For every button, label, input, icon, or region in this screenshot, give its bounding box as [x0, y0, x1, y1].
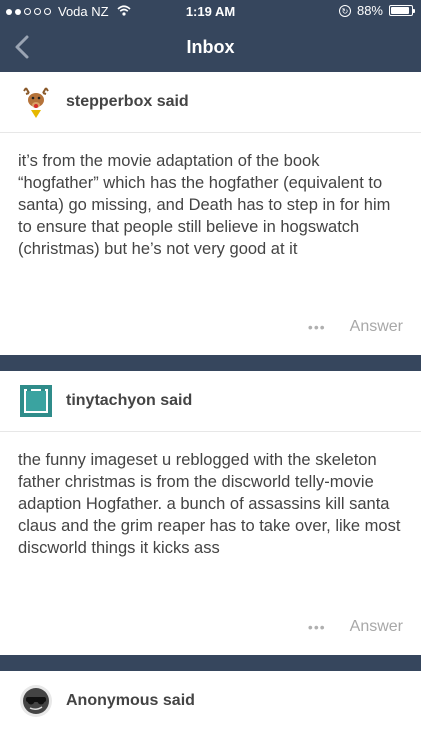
status-bar: Voda NZ 1:19 AM ↻ 88% [0, 0, 421, 22]
ask-header: stepperbox said [0, 72, 421, 133]
ask-card: Anonymous said [0, 671, 421, 750]
battery-icon [389, 5, 415, 16]
more-options-icon[interactable]: ••• [308, 319, 326, 335]
asker-name[interactable]: Anonymous said [66, 692, 195, 710]
anonymous-avatar[interactable] [18, 683, 54, 719]
ask-header: Anonymous said [0, 671, 421, 731]
page-title: Inbox [186, 37, 235, 57]
ask-card: stepperbox said it’s from the movie adap… [0, 72, 421, 355]
card-divider [0, 655, 421, 671]
rotation-lock-icon: ↻ [338, 4, 351, 17]
battery-fill [391, 7, 409, 14]
nav-bar: Inbox [0, 22, 421, 72]
battery-percent: 88% [356, 3, 383, 18]
asker-name[interactable]: tinytachyon said [66, 392, 192, 410]
inbox-screen: Voda NZ 1:19 AM ↻ 88% Inbox stepperbox s… [0, 0, 421, 750]
card-actions: ••• Answer [0, 599, 421, 655]
answer-button[interactable]: Answer [350, 318, 403, 336]
more-options-icon[interactable]: ••• [308, 619, 326, 635]
question-text: the funny imageset u reblogged with the … [18, 451, 401, 557]
card-actions: ••• Answer [0, 300, 421, 354]
asker-name[interactable]: stepperbox said [66, 93, 189, 111]
answer-button[interactable]: Answer [350, 618, 403, 636]
card-divider [0, 355, 421, 371]
ask-card: tinytachyon said the funny imageset u re… [0, 371, 421, 655]
question-text: it’s from the movie adaptation of the bo… [18, 152, 391, 258]
reindeer-avatar[interactable] [18, 84, 54, 120]
battery-status: ↻ 88% [338, 3, 415, 18]
ask-header: tinytachyon said [0, 371, 421, 432]
teal-square-avatar[interactable] [18, 383, 54, 419]
